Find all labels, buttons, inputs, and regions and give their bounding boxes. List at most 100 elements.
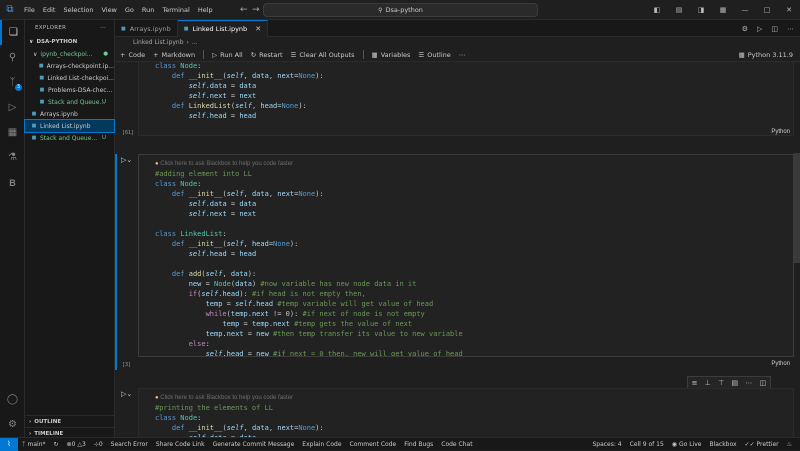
execute-above-icon[interactable]: ⊥	[705, 379, 711, 387]
more-actions-icon[interactable]: ⋯	[459, 51, 469, 59]
title-bar: ⧉ File Edit Selection View Go Run Termin…	[0, 0, 800, 20]
settings-icon[interactable]: ⚙	[742, 25, 748, 33]
account-icon[interactable]: ◯	[0, 387, 25, 412]
menu-go[interactable]: Go	[121, 0, 138, 20]
sync-icon[interactable]: ↻	[50, 441, 63, 448]
menu-edit[interactable]: Edit	[39, 0, 60, 20]
more-actions-icon[interactable]: ⋯	[745, 379, 752, 387]
menu-view[interactable]: View	[97, 0, 120, 20]
problems-status[interactable]: ⊗0 △3	[63, 441, 90, 448]
more-actions-icon[interactable]: ⋯	[100, 25, 106, 31]
menu-run[interactable]: Run	[138, 0, 158, 20]
testing-icon[interactable]: ⚗	[0, 145, 25, 170]
tree-item-stack-and-queue[interactable]: ■ Stack and Queue... U	[25, 132, 114, 144]
more-actions-icon[interactable]: ⋯	[787, 25, 794, 33]
menu-selection[interactable]: Selection	[59, 0, 97, 20]
split-cell-icon[interactable]: ▤	[732, 379, 739, 387]
tree-folder-checkpoints[interactable]: ∨ ipynb_checkpoi... ●	[25, 48, 114, 60]
explain-code-item[interactable]: Explain Code	[298, 441, 345, 448]
source-control-icon[interactable]: ᛉ3	[0, 70, 25, 95]
remote-indicator-icon[interactable]: ⌇	[0, 437, 18, 451]
restart-button[interactable]: ↻ Restart	[251, 51, 283, 59]
run-debug-icon[interactable]: ▷	[0, 95, 25, 120]
cell-language[interactable]: Python	[771, 129, 790, 135]
tab-arrays[interactable]: ■ Arrays.ipynb	[115, 20, 178, 37]
workspace-root[interactable]: ∨ DSA-PYTHON	[25, 36, 114, 48]
tree-item-linked-list[interactable]: ■ Linked List.ipynb	[24, 119, 115, 133]
notebook-cell[interactable]: ▷⌄ ● Click here to ask Blackbox to help …	[115, 154, 794, 370]
run-notebook-icon[interactable]: ▷	[757, 25, 762, 33]
breadcrumb-more[interactable]: ...	[192, 39, 198, 46]
manage-gear-icon[interactable]: ⚙	[0, 412, 25, 437]
outline-icon: ☰	[418, 50, 425, 59]
comment-code-item[interactable]: Comment Code	[346, 441, 401, 448]
prettier-item[interactable]: ✓✓ Prettier	[741, 441, 783, 448]
layout-panel-icon[interactable]: ▤	[668, 6, 690, 14]
outline-button[interactable]: ☰ Outline	[418, 51, 450, 59]
execution-count: [61]	[122, 130, 135, 136]
maximize-icon[interactable]: □	[756, 6, 778, 14]
execute-below-icon[interactable]: ⊤	[718, 379, 724, 387]
menu-terminal[interactable]: Terminal	[158, 0, 193, 20]
cell-code-editor[interactable]: ● Click here to ask Blackbox to help you…	[138, 154, 794, 357]
search-view-icon[interactable]: ⚲	[0, 45, 25, 70]
customize-layout-icon[interactable]: ▦	[712, 6, 734, 14]
kernel-picker[interactable]: ▦ Python 3.11.9	[739, 48, 793, 62]
delete-cell-icon[interactable]: ◫	[760, 379, 767, 387]
add-markdown-cell-button[interactable]: + Markdown	[153, 51, 195, 59]
scrollbar-thumb[interactable]	[794, 153, 800, 263]
tab-linked-list[interactable]: ■ Linked List.ipynb ✕	[177, 20, 269, 37]
layout-secondary-icon[interactable]: ◨	[690, 6, 712, 14]
blackbox-hint[interactable]: ● Click here to ask Blackbox to help you…	[155, 159, 793, 169]
extensions-icon[interactable]: ▦	[0, 120, 25, 145]
run-cell-icon[interactable]: ▷⌄	[121, 390, 132, 398]
run-by-line-icon[interactable]: ≡	[692, 379, 698, 387]
cell-code-editor[interactable]: class Node: def __init__(self, data, nex…	[138, 62, 794, 136]
split-editor-icon[interactable]: ◫	[771, 25, 778, 33]
tree-item-linkedlist-checkpoint[interactable]: ■ Linked List-checkpoi...	[25, 72, 114, 84]
indentation-status[interactable]: Spaces: 4	[588, 441, 625, 448]
back-arrow-icon[interactable]: ←	[240, 5, 248, 15]
cell-code-editor[interactable]: ● Click here to ask Blackbox to help you…	[138, 388, 794, 437]
breadcrumb-file[interactable]: Linked List.ipynb	[133, 39, 184, 46]
plus-icon: +	[153, 50, 159, 59]
minimize-icon[interactable]: —	[734, 6, 756, 14]
forward-arrow-icon[interactable]: →	[252, 5, 260, 15]
cell-position-status[interactable]: Cell 9 of 15	[626, 441, 668, 448]
blackbox-hint[interactable]: ● Click here to ask Blackbox to help you…	[155, 393, 793, 403]
share-code-link-item[interactable]: Share Code Link	[152, 441, 209, 448]
variables-button[interactable]: ▦ Variables	[372, 51, 411, 59]
go-live-item[interactable]: ◉ Go Live	[668, 441, 706, 448]
close-tab-icon[interactable]: ✕	[255, 25, 261, 33]
notebook-cell[interactable]: class Node: def __init__(self, data, nex…	[115, 62, 794, 142]
close-window-icon[interactable]: ✕	[778, 6, 800, 14]
explorer-icon[interactable]: ❏	[0, 20, 25, 45]
ports-count: 0	[98, 440, 103, 448]
add-code-cell-button[interactable]: + Code	[120, 51, 145, 59]
search-error-item[interactable]: Search Error	[107, 441, 152, 448]
find-bugs-item[interactable]: Find Bugs	[400, 441, 437, 448]
outline-section[interactable]: › OUTLINE	[25, 415, 115, 427]
run-all-button[interactable]: ▷ Run All	[212, 51, 243, 59]
blackbox-item[interactable]: Blackbox	[705, 441, 740, 448]
cell-language[interactable]: Python	[771, 361, 790, 367]
layout-sidebar-icon[interactable]: ◧	[646, 6, 668, 14]
outline-label: Outline	[427, 50, 451, 59]
tree-item-arrays-checkpoint[interactable]: ■ Arrays-checkpoint.ip...	[25, 60, 114, 72]
tree-item-stackqueue-checkpoint[interactable]: ■ Stack and Queue... U	[25, 96, 114, 108]
generate-commit-message-item[interactable]: Generate Commit Message	[209, 441, 299, 448]
blackbox-icon[interactable]: B	[0, 170, 25, 195]
menu-file[interactable]: File	[20, 0, 39, 20]
ports-status[interactable]: ⊹0	[90, 441, 107, 448]
notifications-bell-icon[interactable]: ♨	[783, 441, 796, 448]
notebook-cell[interactable]: ▷⌄ ● Click here to ask Blackbox to help …	[115, 388, 794, 437]
tree-item-arrays[interactable]: ■ Arrays.ipynb	[25, 108, 114, 120]
command-center-search[interactable]: ⚲ Dsa-python	[263, 3, 538, 17]
run-cell-icon[interactable]: ▷⌄	[121, 156, 132, 164]
code-chat-item[interactable]: Code Chat	[437, 441, 476, 448]
clear-all-outputs-button[interactable]: ☰ Clear All Outputs	[291, 51, 355, 59]
clear-all-icon: ☰	[290, 50, 297, 59]
tree-item-problems-checkpoint[interactable]: ■ Problems-DSA-chec...	[25, 84, 114, 96]
git-branch-status[interactable]: ᛉ main*	[18, 441, 50, 448]
menu-help[interactable]: Help	[194, 0, 217, 20]
